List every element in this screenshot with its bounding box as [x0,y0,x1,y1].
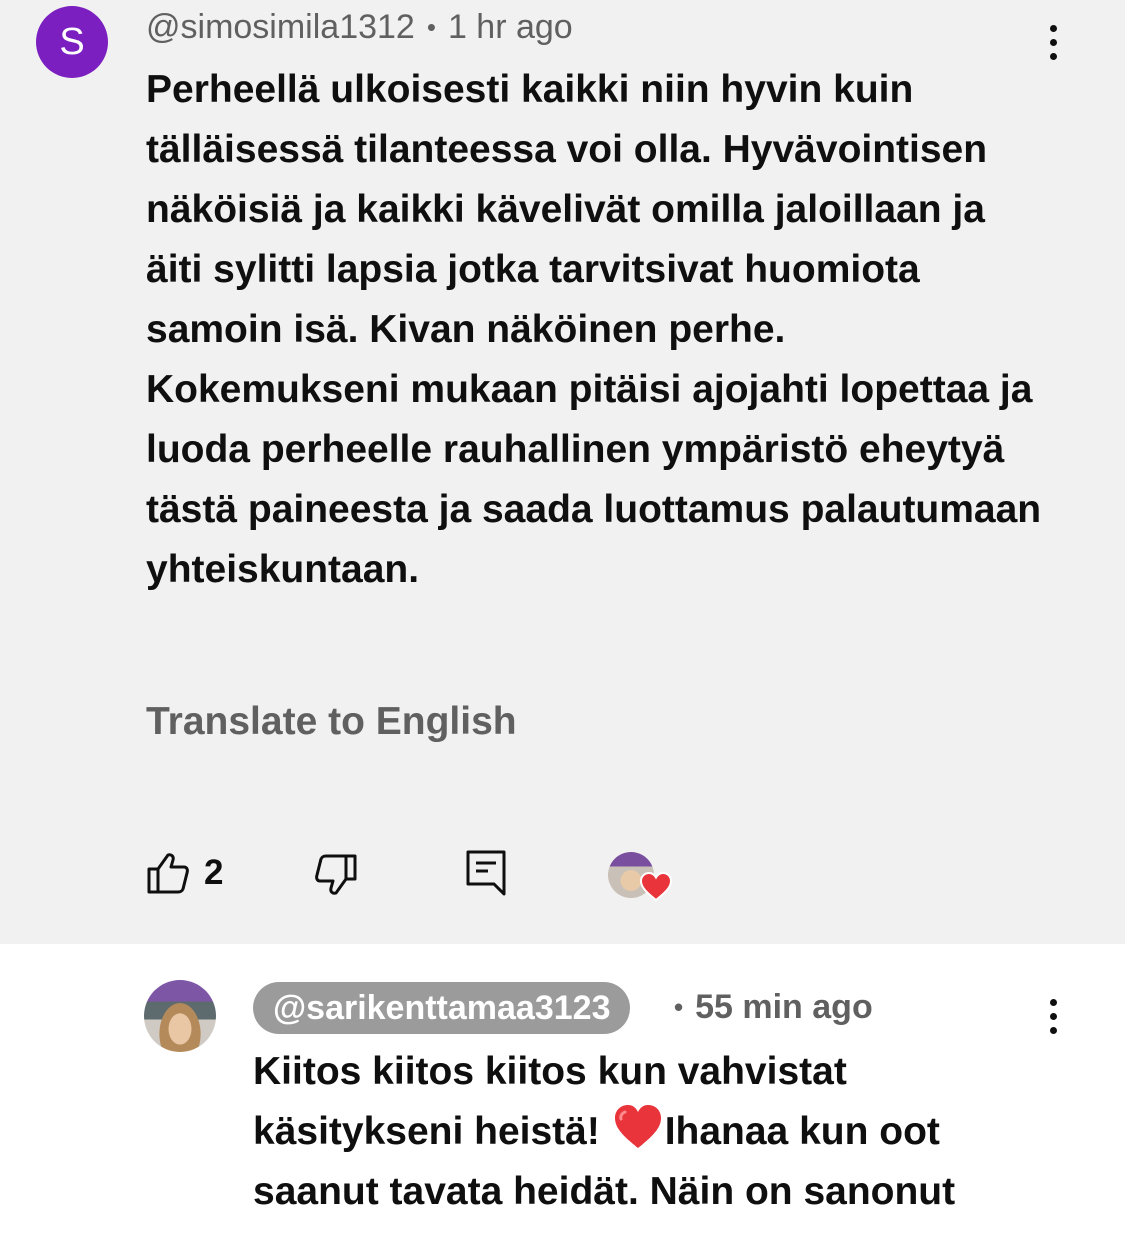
heart-emoji [614,1105,661,1148]
thumbs-down-icon [315,854,357,895]
more-vertical-icon [1049,24,1057,32]
replier-avatar[interactable] [144,980,216,1052]
commenter-handle[interactable]: @simosimila1312 [146,8,415,47]
reply-button[interactable] [466,850,506,896]
more-vertical-icon-dot [1049,38,1057,46]
more-vertical-icon [1049,998,1057,1006]
more-vertical-icon-dot [1049,1012,1057,1020]
reply-body: Kiitos kiitos kiitos kun vahvistat käsit… [253,1042,1053,1222]
thumbs-up-icon [147,853,189,894]
comment-meta: @simosimila1312 • 1 hr ago [146,8,573,47]
like-button[interactable]: 2 [146,852,223,894]
comment-body: Perheellä ulkoisesti kaikki niin hyvin k… [146,68,1042,591]
highlighted-comment: S @simosimila1312 • 1 hr ago Perheellä u… [0,0,1125,944]
translate-button[interactable]: Translate to English [146,700,517,744]
meta-separator: • [674,992,684,1022]
creator-heart [606,850,676,906]
reply-timestamp: 55 min ago [695,988,873,1026]
meta-separator: • [426,12,436,42]
creator-heart-icon [640,872,672,902]
more-vertical-icon-dot [1049,1026,1057,1034]
reply-meta: • 55 min ago [674,988,873,1027]
dislike-button[interactable] [314,854,358,896]
commenter-avatar[interactable]: S [36,6,108,78]
reply-more-button[interactable] [1033,986,1073,1046]
more-vertical-icon-dot [1049,52,1057,60]
comment-timestamp: 1 hr ago [447,8,573,46]
like-count: 2 [204,853,224,892]
comment-reply-icon [466,850,506,896]
replier-handle-chip[interactable]: @sarikenttamaa3123 [253,982,631,1034]
